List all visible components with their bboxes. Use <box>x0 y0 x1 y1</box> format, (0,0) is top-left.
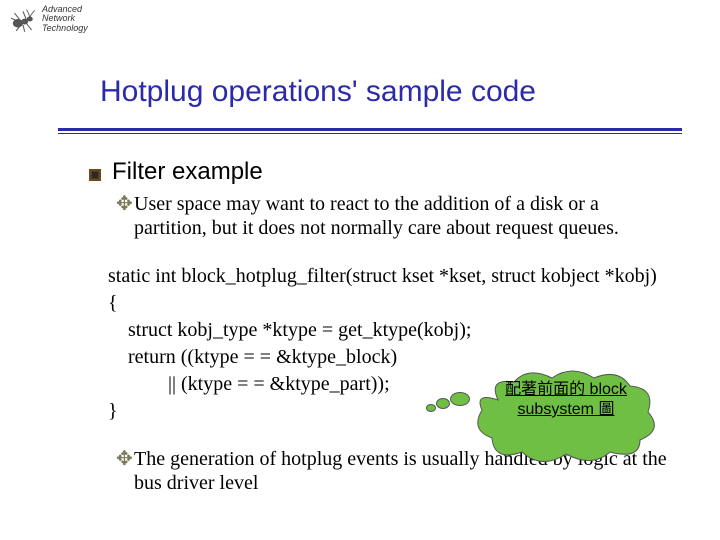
code-l1: static int block_hotplug_filter(struct k… <box>108 265 657 287</box>
callout-cloud: 配著前面的 block subsystem 圖 <box>468 370 658 462</box>
bullet-square-icon <box>88 168 106 182</box>
logo-line3: Technology <box>42 24 88 33</box>
bullet1-text: Filter example <box>112 158 263 186</box>
logo: Advanced Network Technology <box>6 4 88 34</box>
thought-bubble-icon <box>426 404 436 412</box>
code-l4: return ((ktype = = &ktype_block) <box>108 346 397 368</box>
code-l6: } <box>108 400 118 422</box>
sub-bullet-1: ✥ User space may want to react to the ad… <box>116 192 680 241</box>
ant-icon <box>6 4 40 34</box>
divider <box>58 128 682 134</box>
code-l2: { <box>108 292 118 314</box>
diamond-bullet-icon: ✥ <box>116 192 134 241</box>
diamond-bullet-icon: ✥ <box>116 447 134 496</box>
thought-bubble-icon <box>436 398 450 409</box>
slide-title: Hotplug operations' sample code <box>100 75 536 109</box>
code-l3: struct kobj_type *ktype = get_ktype(kobj… <box>108 319 471 341</box>
code-l5: || (ktype = = &ktype_part)); <box>108 373 390 395</box>
callout-text: 配著前面的 block subsystem 圖 <box>496 380 636 420</box>
logo-text: Advanced Network Technology <box>42 5 88 33</box>
bullet-level1: Filter example <box>88 158 680 186</box>
sub-bullet-1-text: User space may want to react to the addi… <box>134 192 680 241</box>
thought-bubble-icon <box>450 392 470 406</box>
